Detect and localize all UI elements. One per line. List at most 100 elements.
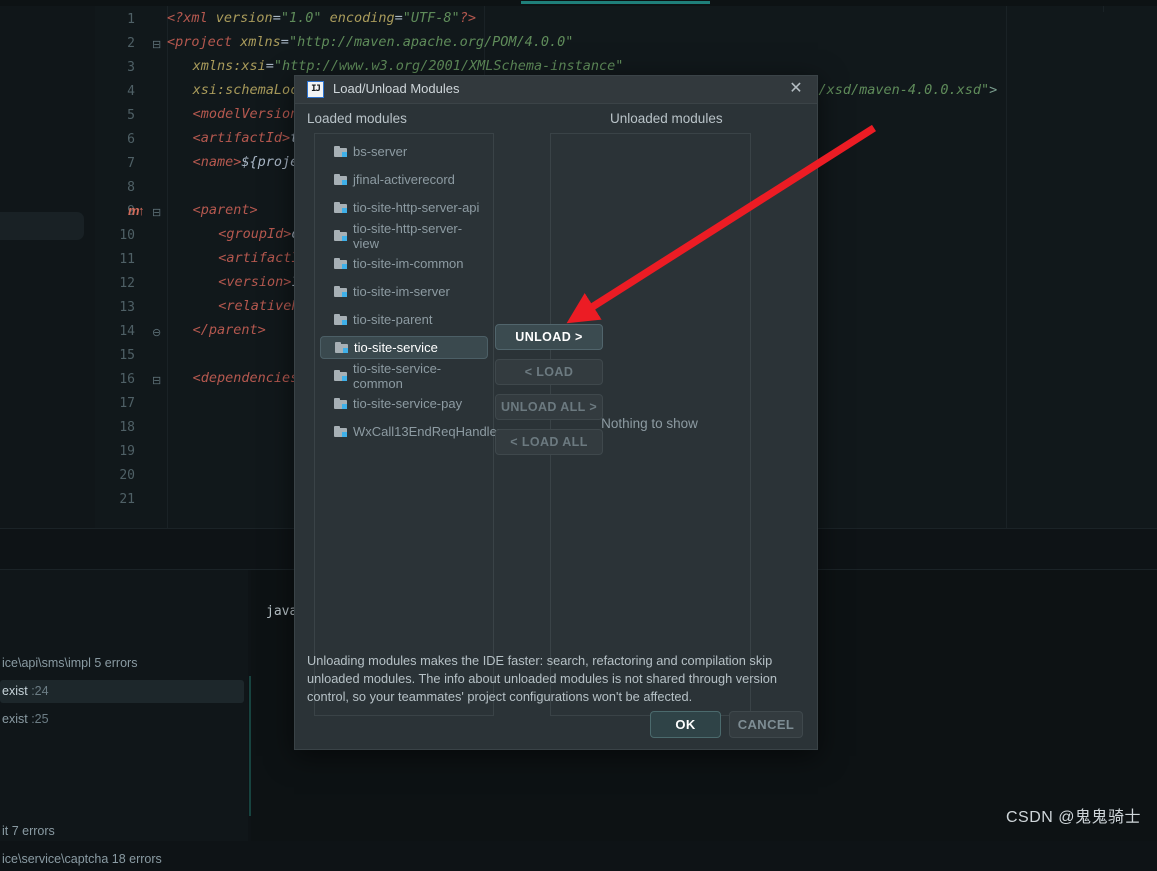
maven-arrow-icon[interactable]: ↑ xyxy=(138,203,145,218)
module-list-item[interactable]: tio-site-http-server-api xyxy=(320,196,488,219)
module-name-label: tio-site-im-server xyxy=(353,284,450,299)
line-number: 18 xyxy=(119,420,135,435)
error-tree-row-selected[interactable]: exist :24 xyxy=(0,680,244,703)
module-list-item-selected[interactable]: tio-site-service xyxy=(320,336,488,359)
code-token: > xyxy=(989,82,998,98)
console-second-line: java xyxy=(266,604,298,619)
code-line: <?xml version="1.0" encoding="UTF-8"?> xyxy=(167,10,476,26)
line-number: 1 xyxy=(127,12,135,27)
line-number: 13 xyxy=(119,300,135,315)
transfer-button-load: < LOAD xyxy=(495,359,603,385)
module-list-item[interactable]: bs-server xyxy=(320,140,488,163)
code-fold-icon[interactable]: ⊟ xyxy=(152,208,161,219)
module-name-label: WxCall13EndReqHandler xyxy=(353,424,502,439)
unloaded-empty-message: Nothing to show xyxy=(601,416,698,431)
module-name-label: tio-site-service-pay xyxy=(353,396,463,411)
transfer-button-load-all: < LOAD ALL xyxy=(495,429,603,455)
code-token: <modelVersion> xyxy=(192,106,307,122)
csdn-watermark: CSDN @鬼鬼骑士 xyxy=(1005,809,1141,826)
line-number: 19 xyxy=(119,444,135,459)
code-line: <parent> xyxy=(193,202,258,218)
code-line: <project xmlns="http://maven.apache.org/… xyxy=(167,34,573,50)
line-number: 20 xyxy=(119,468,135,483)
module-folder-icon xyxy=(334,370,347,381)
module-folder-icon xyxy=(335,342,348,353)
error-row-label: exist xyxy=(2,712,32,726)
module-list-item[interactable]: tio-site-im-common xyxy=(320,252,488,275)
code-token: <groupId> xyxy=(218,226,292,242)
code-token: "1.0" xyxy=(280,10,322,26)
module-name-label: jfinal-activerecord xyxy=(353,172,455,187)
line-number: 10 xyxy=(119,228,135,243)
module-list-item[interactable]: tio-site-parent xyxy=(320,308,488,331)
unloaded-modules-label: Unloaded modules xyxy=(610,111,723,126)
left-floating-popup xyxy=(0,212,84,240)
error-tree-panel[interactable]: ice\api\sms\impl 5 errors exist :24 exis… xyxy=(0,570,248,866)
line-number: 5 xyxy=(127,108,135,123)
line-number: 14 xyxy=(119,324,135,339)
module-folder-icon xyxy=(334,286,347,297)
code-fold-icon[interactable]: ⊖ xyxy=(152,328,161,339)
line-number: 11 xyxy=(119,252,135,267)
module-list-item[interactable]: tio-site-service-common xyxy=(320,361,488,391)
code-token: = xyxy=(280,34,289,50)
error-tree-row[interactable]: it 7 errors xyxy=(0,820,55,843)
code-token: = xyxy=(394,10,403,26)
error-row-line-number: :24 xyxy=(31,684,49,698)
code-line: xmlns:xsi="http://www.w3.org/2001/XMLSch… xyxy=(193,58,624,74)
code-token: "http://maven.apache.org/POM/4.0.0" xyxy=(288,34,574,50)
code-fold-icon[interactable]: ⊟ xyxy=(152,376,161,387)
code-token: ?> xyxy=(459,10,476,26)
line-number: 16 xyxy=(119,372,135,387)
line-number: 15 xyxy=(119,348,135,363)
error-tree-row[interactable]: ice\api\sms\impl 5 errors xyxy=(0,652,137,675)
module-name-label: tio-site-http-server-view xyxy=(353,220,463,251)
dialog-title: Load/Unload Modules xyxy=(333,81,460,96)
line-number: 2 xyxy=(127,36,135,51)
line-number: 17 xyxy=(119,396,135,411)
module-list-item[interactable]: jfinal-activerecord xyxy=(320,168,488,191)
code-token: = xyxy=(265,58,274,74)
loaded-modules-list[interactable]: bs-server jfinal-activerecord tio-site-htt… xyxy=(314,133,501,716)
error-row-label: it 7 errors xyxy=(2,824,55,838)
module-name-label: tio-site-im-common xyxy=(353,256,464,271)
loaded-modules-label: Loaded modules xyxy=(307,111,407,126)
dialog-title-bar[interactable]: IJ Load/Unload Modules ✕ xyxy=(295,76,817,104)
module-name-label: tio-site-parent xyxy=(353,312,433,327)
code-fold-icon[interactable]: ⊟ xyxy=(152,40,161,51)
line-number: 4 xyxy=(127,84,135,99)
error-row-label: ice\service\captcha 18 errors xyxy=(2,852,162,866)
module-list-item[interactable]: tio-site-service-pay xyxy=(320,392,488,415)
module-name-label: tio-site-service-common xyxy=(353,360,442,391)
transfer-button-unload[interactable]: UNLOAD > xyxy=(495,324,603,350)
module-folder-icon xyxy=(334,174,347,185)
module-folder-icon xyxy=(334,398,347,409)
module-folder-icon xyxy=(334,426,347,437)
code-token: encoding xyxy=(329,10,395,26)
code-token: <name> xyxy=(192,154,242,170)
code-token: "http://www.w3.org/2001/XMLSchema-instan… xyxy=(273,58,624,74)
module-folder-icon xyxy=(334,202,347,213)
code-line: <dependencies> xyxy=(193,370,307,386)
module-list-item[interactable]: tio-site-http-server-view xyxy=(320,221,488,251)
close-icon[interactable]: ✕ xyxy=(787,80,805,98)
module-list-item[interactable]: tio-site-im-server xyxy=(320,280,488,303)
line-number: 3 xyxy=(127,60,135,75)
code-token: <artifactId> xyxy=(192,130,291,146)
line-number: 6 xyxy=(127,132,135,147)
ok-button[interactable]: OK xyxy=(650,711,721,738)
editor-tab-separator xyxy=(1103,6,1104,12)
error-tree-row[interactable]: ice\service\captcha 18 errors xyxy=(0,848,162,871)
module-list-item[interactable]: WxCall13EndReqHandler xyxy=(320,420,501,443)
code-token: "UTF-8" xyxy=(402,10,460,26)
code-token: </parent> xyxy=(192,322,266,338)
module-name-label: bs-server xyxy=(353,144,408,159)
code-token: version xyxy=(215,10,273,26)
error-tree-row[interactable]: exist :25 xyxy=(0,708,49,731)
load-unload-modules-dialog[interactable]: IJ Load/Unload Modules ✕ Loaded modules … xyxy=(294,75,818,750)
console-gutter xyxy=(251,570,266,841)
module-folder-icon xyxy=(334,230,347,241)
cancel-button[interactable]: CANCEL xyxy=(729,711,803,738)
code-token: <version> xyxy=(218,274,292,290)
